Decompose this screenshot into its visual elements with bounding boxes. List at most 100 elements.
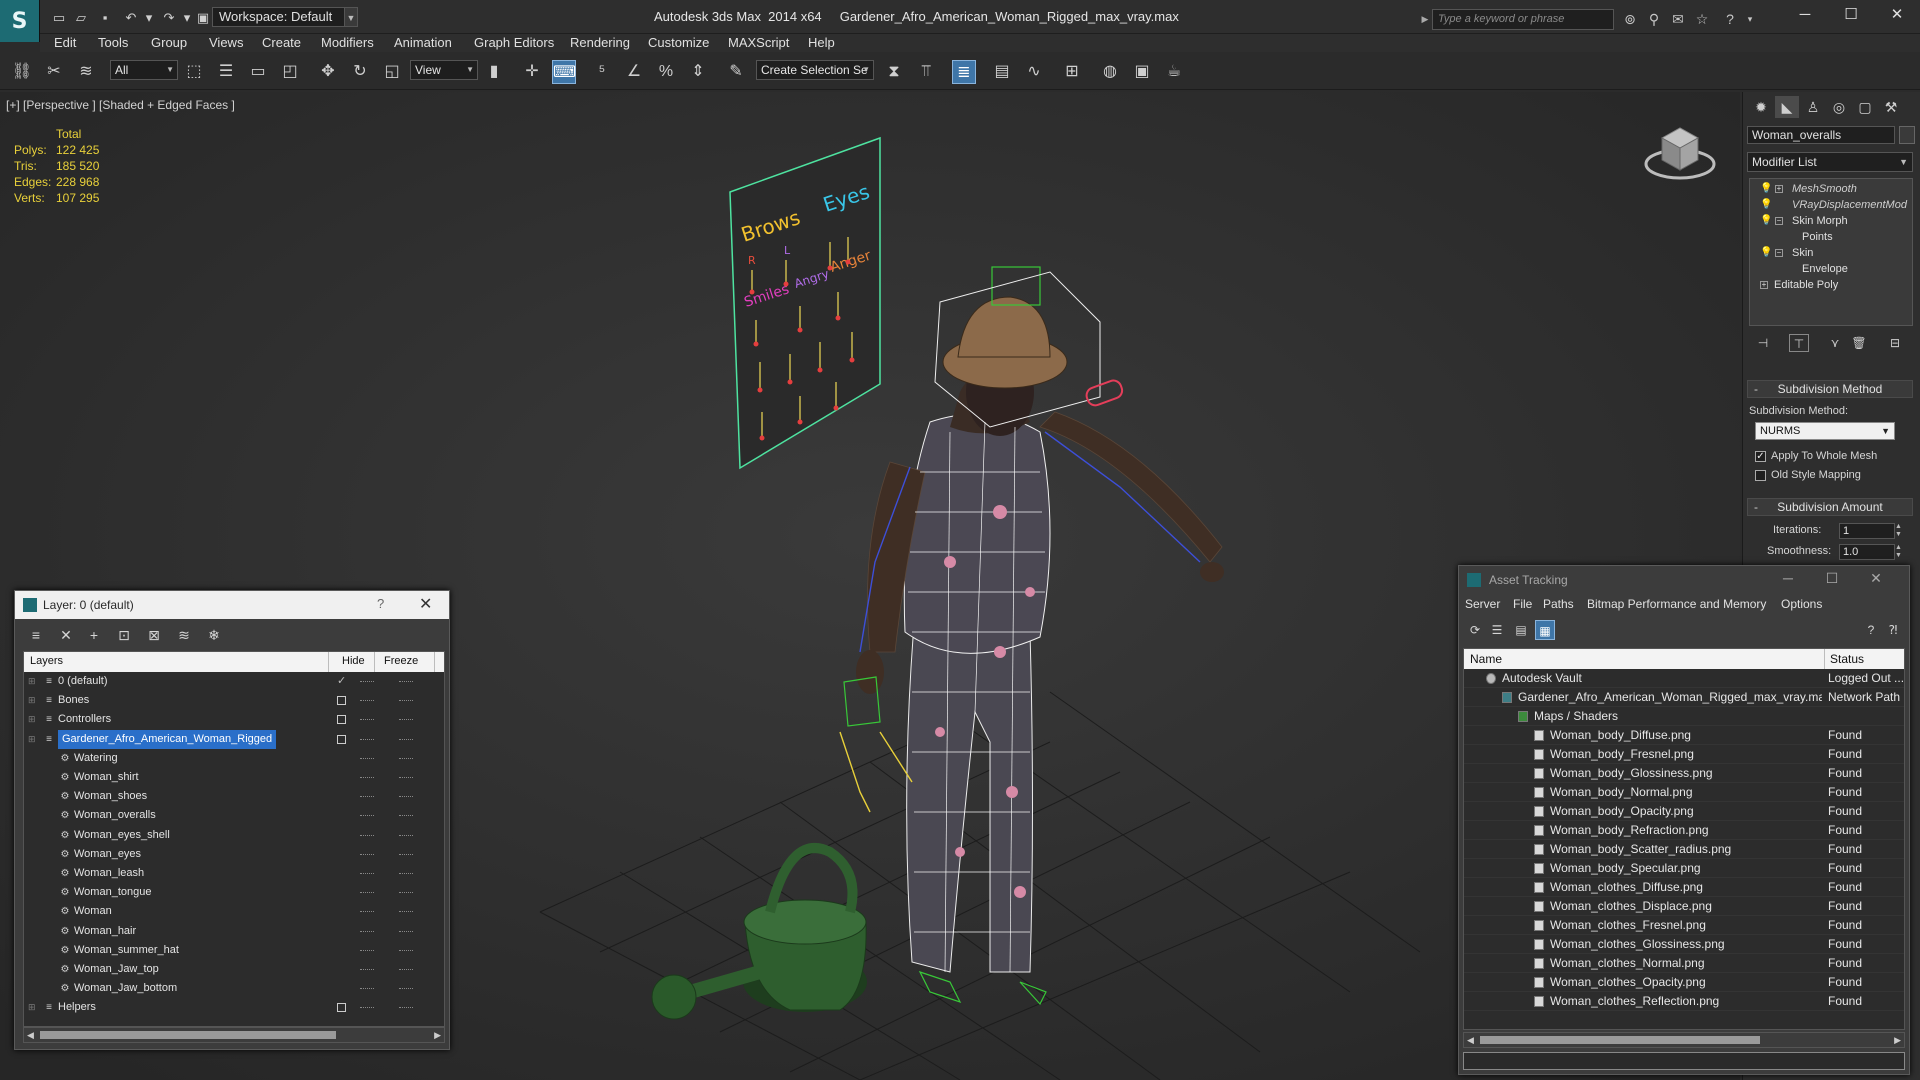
lightbulb-icon[interactable]: 💡 xyxy=(1760,213,1772,229)
lightbulb-icon[interactable]: 💡 xyxy=(1760,245,1772,261)
asset-row[interactable]: Woman_clothes_Normal.png Found xyxy=(1464,954,1904,973)
menu-create[interactable]: Create xyxy=(262,35,301,50)
hide-toggle[interactable] xyxy=(360,757,374,759)
menu-modifiers[interactable]: Modifiers xyxy=(321,35,374,50)
freeze-toggle[interactable] xyxy=(399,853,413,855)
expand-icon[interactable]: ⊞ xyxy=(28,691,36,710)
save-file-icon[interactable]: ▪ xyxy=(96,9,114,27)
asset-row[interactable]: Woman_clothes_Opacity.png Found xyxy=(1464,973,1904,992)
object-color-swatch[interactable] xyxy=(1899,126,1915,144)
highlight-selected-icon[interactable]: ⊠ xyxy=(143,625,165,645)
asset-menu-server[interactable]: Server xyxy=(1465,597,1500,611)
graphite-ribbon-icon[interactable]: ▤ xyxy=(990,60,1014,84)
hide-toggle[interactable] xyxy=(360,738,374,740)
show-end-result-icon[interactable]: ⊤ xyxy=(1789,334,1809,352)
col-status[interactable]: Status xyxy=(1830,652,1864,666)
motion-tab-icon[interactable]: ◎ xyxy=(1827,96,1851,118)
hide-toggle[interactable] xyxy=(360,777,374,778)
binoculars-icon[interactable]: ⊚ xyxy=(1620,10,1640,28)
layer-row[interactable]: ⊞ ≡ Gardener_Afro_American_Woman_Rigged xyxy=(24,729,444,749)
workspace-select[interactable]: Workspace: Default ▼ xyxy=(212,7,356,27)
hide-toggle[interactable] xyxy=(360,796,374,798)
layer-row[interactable]: ⚙ Woman_shoes xyxy=(24,787,444,806)
hide-toggle[interactable] xyxy=(360,969,374,970)
layer-row[interactable]: ⊞ ≡ Bones xyxy=(24,691,444,710)
menu-maxscript[interactable]: MAXScript xyxy=(728,35,789,50)
spinner-arrows-icon[interactable]: ▲ ▼ xyxy=(1895,523,1904,539)
window-crossing-icon[interactable]: ◰ xyxy=(278,60,302,84)
favorites-star-icon[interactable]: ☆ xyxy=(1692,10,1712,28)
layer-row[interactable]: ⚙ Woman_tongue xyxy=(24,883,444,902)
hide-toggle[interactable] xyxy=(360,834,374,836)
scroll-right-icon[interactable]: ▶ xyxy=(1894,1033,1901,1047)
subscription-icon[interactable]: ⚲ xyxy=(1644,10,1664,28)
refresh-icon[interactable]: ⟳ xyxy=(1465,620,1485,640)
expand-icon[interactable]: + xyxy=(1760,281,1768,289)
hide-toggle[interactable] xyxy=(360,1007,374,1009)
stack-item[interactable]: Envelope xyxy=(1750,261,1912,277)
apply-whole-mesh-checkbox[interactable]: ✓ xyxy=(1755,451,1766,462)
asset-dialog-titlebar[interactable]: Asset Tracking ─ ☐ ✕ xyxy=(1459,566,1909,594)
reference-coordinate-select[interactable]: View ▼ xyxy=(410,60,478,80)
expand-icon[interactable]: + xyxy=(1775,185,1783,193)
col-freeze[interactable]: Freeze xyxy=(384,655,418,667)
hide-toggle[interactable] xyxy=(360,892,374,894)
context-help-icon[interactable]: ⁈ xyxy=(1883,620,1903,640)
asset-menu-paths[interactable]: Paths xyxy=(1543,597,1574,611)
freeze-toggle[interactable] xyxy=(399,1007,413,1009)
freeze-toggle[interactable] xyxy=(399,757,413,759)
hide-toggle[interactable] xyxy=(337,715,346,725)
minimize-icon[interactable]: ─ xyxy=(1773,570,1803,586)
hide-toggle[interactable] xyxy=(360,930,374,932)
spinner-arrows-icon[interactable]: ▲ ▼ xyxy=(1895,544,1904,560)
help-dropdown-icon[interactable]: ▾ xyxy=(1740,10,1760,28)
hide-toggle[interactable] xyxy=(360,700,374,702)
menu-help[interactable]: Help xyxy=(808,35,835,50)
layer-row[interactable]: ⚙ Woman_Jaw_top xyxy=(24,960,444,979)
hide-toggle[interactable] xyxy=(360,873,374,874)
stack-item[interactable]: 💡 − Skin Morph xyxy=(1750,213,1912,229)
schematic-view-icon[interactable]: ⊞ xyxy=(1060,60,1084,84)
menu-group[interactable]: Group xyxy=(151,35,187,50)
selection-filter-select[interactable]: All ▼ xyxy=(110,60,178,80)
modify-tab-icon[interactable]: ◣ xyxy=(1775,96,1799,118)
collapse-icon[interactable]: − xyxy=(1775,217,1783,225)
snaps-toggle-icon[interactable]: ⁵ xyxy=(590,60,614,84)
list-view-icon[interactable]: ☰ xyxy=(1487,620,1507,640)
modifier-list-select[interactable]: Modifier List ▼ xyxy=(1747,152,1913,172)
hide-toggle[interactable]: ✓ xyxy=(337,672,346,691)
help-icon[interactable]: ? xyxy=(1861,620,1881,640)
scroll-right-icon[interactable]: ▶ xyxy=(434,1028,441,1042)
make-unique-icon[interactable]: ⋎ xyxy=(1825,334,1845,352)
layer-dialog-titlebar[interactable]: Layer: 0 (default) ? ✕ xyxy=(15,591,449,619)
col-layers[interactable]: Layers xyxy=(30,655,63,667)
old-style-mapping-checkbox[interactable] xyxy=(1755,470,1766,481)
freeze-toggle[interactable] xyxy=(399,949,413,951)
hide-toggle[interactable] xyxy=(337,734,346,744)
open-file-icon[interactable]: ▱ xyxy=(72,9,90,27)
create-tab-icon[interactable]: ✹ xyxy=(1749,96,1773,118)
stack-item[interactable]: 💡 − Skin xyxy=(1750,245,1912,261)
freeze-toggle[interactable] xyxy=(399,873,413,874)
subdivision-method-select[interactable]: NURMS ▼ xyxy=(1755,422,1895,440)
freeze-toggle[interactable] xyxy=(399,892,413,894)
asset-row[interactable]: Woman_clothes_Reflection.png Found xyxy=(1464,992,1904,1011)
select-object-icon[interactable]: ⬚ xyxy=(182,60,206,84)
pin-stack-icon[interactable]: ⊣ xyxy=(1753,334,1773,352)
quick-access-customize-button[interactable]: ▼ xyxy=(344,7,358,27)
horizontal-scrollbar[interactable]: ◀ ▶ xyxy=(23,1027,445,1043)
menu-edit[interactable]: Edit xyxy=(54,35,76,50)
align-icon[interactable]: ⫪ xyxy=(914,60,938,84)
freeze-toggle[interactable] xyxy=(399,796,413,798)
unlink-icon[interactable]: ✂ xyxy=(42,60,66,84)
curve-editor-icon[interactable]: ∿ xyxy=(1022,60,1046,84)
stack-item[interactable]: 💡 VRayDisplacementMod xyxy=(1750,197,1912,213)
iterations-spinner[interactable]: 1 ▲ ▼ xyxy=(1839,523,1902,539)
delete-layer-icon[interactable]: ✕ xyxy=(55,625,77,645)
subdivision-method-rollout[interactable]: - Subdivision Method xyxy=(1747,380,1913,398)
layer-row[interactable]: ⚙ Woman_summer_hat xyxy=(24,941,444,960)
freeze-toggle[interactable] xyxy=(399,815,413,817)
pivot-center-icon[interactable]: ▮ xyxy=(482,60,506,84)
asset-menu-file[interactable]: File xyxy=(1513,597,1532,611)
create-layer-icon[interactable]: ≡ xyxy=(25,625,47,645)
